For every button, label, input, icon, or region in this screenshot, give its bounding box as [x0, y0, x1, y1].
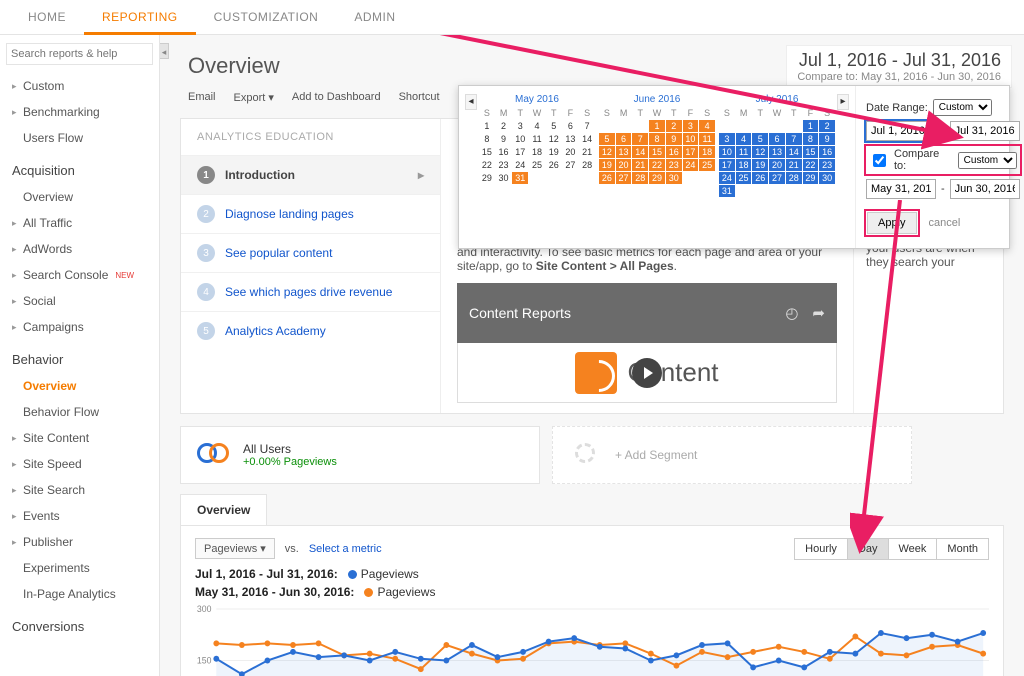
video-preview[interactable]: Content — [457, 343, 837, 403]
sidebar-item-experiments[interactable]: Experiments — [0, 555, 159, 581]
edu-item-academy[interactable]: 5Analytics Academy — [181, 311, 440, 350]
edu-item-revenue[interactable]: 4See which pages drive revenue — [181, 272, 440, 311]
dot-blue-icon — [348, 570, 357, 579]
legend-row-2: May 31, 2016 - Jun 30, 2016:Pageviews — [195, 585, 989, 599]
share-icon[interactable]: ➦ — [812, 304, 825, 322]
time-week[interactable]: Week — [888, 538, 938, 560]
time-month[interactable]: Month — [936, 538, 989, 560]
search-input[interactable] — [6, 43, 153, 65]
tab-home[interactable]: HOME — [10, 0, 84, 35]
add-segment-icon — [569, 437, 605, 473]
sidebar-item-custom[interactable]: ▸Custom — [0, 73, 159, 99]
svg-text:300: 300 — [197, 604, 212, 614]
clock-icon: ◴ — [785, 304, 798, 322]
cal-next-button[interactable]: ▸ — [837, 94, 849, 110]
sidebar-item-search-console[interactable]: ▸Search ConsoleNEW — [0, 262, 159, 288]
edu-item-popular[interactable]: 3See popular content — [181, 233, 440, 272]
video-card[interactable]: Content Reports ◴ ➦ — [457, 283, 837, 343]
tab-admin[interactable]: ADMIN — [336, 0, 413, 35]
sidebar: ▸Custom ▸Benchmarking Users Flow Acquisi… — [0, 35, 160, 676]
content: ◂ Overview Jul 1, 2016 - Jul 31, 2016 Co… — [160, 35, 1024, 676]
top-nav: HOME REPORTING CUSTOMIZATION ADMIN — [0, 0, 1024, 35]
sidebar-item-beh-overview[interactable]: Overview — [0, 373, 159, 399]
new-badge: NEW — [115, 271, 134, 280]
sidebar-head-conversions: Conversions — [0, 607, 159, 640]
add-segment-button[interactable]: + Add Segment — [552, 426, 912, 484]
sidebar-head-acquisition: Acquisition — [0, 151, 159, 184]
calendar-june[interactable]: June 2016 SMTWTFS12345678910111213141516… — [599, 92, 715, 242]
tab-reporting[interactable]: REPORTING — [84, 0, 196, 35]
sidebar-item-benchmarking[interactable]: ▸Benchmarking — [0, 99, 159, 125]
time-granularity: Hourly Day Week Month — [795, 538, 989, 560]
sidebar-item-behavior-flow[interactable]: Behavior Flow — [0, 399, 159, 425]
pageviews-chart: 300 150 — [195, 603, 989, 676]
sidebar-item-all-traffic[interactable]: ▸All Traffic — [0, 210, 159, 236]
cancel-link[interactable]: cancel — [929, 217, 961, 229]
compare-type-select[interactable]: Custom — [958, 152, 1017, 169]
export-button[interactable]: Export ▾ — [234, 91, 274, 104]
email-button[interactable]: Email — [188, 91, 216, 104]
dot-orange-icon — [364, 588, 373, 597]
compare-end-input[interactable] — [950, 179, 1020, 199]
sidebar-item-site-speed[interactable]: ▸Site Speed — [0, 451, 159, 477]
sidebar-item-campaigns[interactable]: ▸Campaigns — [0, 314, 159, 340]
cal-prev-button[interactable]: ◂ — [465, 94, 477, 110]
chart-panel: Pageviews ▾ vs. Select a metric Hourly D… — [180, 525, 1004, 676]
tab-customization[interactable]: CUSTOMIZATION — [196, 0, 337, 35]
edu-item-intro[interactable]: 1Introduction▸ — [181, 155, 440, 194]
segment-circles-icon — [197, 437, 233, 473]
apply-button[interactable]: Apply — [867, 212, 917, 234]
tab-overview[interactable]: Overview — [180, 494, 267, 525]
sidebar-item-site-content[interactable]: ▸Site Content — [0, 425, 159, 451]
date-picker-panel: ◂ May 2016 SMTWTFS1234567891011121314151… — [458, 85, 1010, 249]
date-range-primary: Jul 1, 2016 - Jul 31, 2016 — [797, 50, 1001, 71]
date-start-input[interactable] — [866, 121, 936, 141]
shortcut-button[interactable]: Shortcut — [399, 91, 440, 104]
compare-start-input[interactable] — [866, 179, 936, 199]
play-icon[interactable] — [632, 358, 662, 388]
segment-all-users[interactable]: All Users+0.00% Pageviews — [180, 426, 540, 484]
edu-item-diagnose[interactable]: 2Diagnose landing pages — [181, 194, 440, 233]
time-hourly[interactable]: Hourly — [794, 538, 848, 560]
compare-checkbox[interactable] — [873, 154, 886, 167]
edu-heading: ANALYTICS EDUCATION — [181, 119, 440, 155]
legend-row-1: Jul 1, 2016 - Jul 31, 2016:Pageviews — [195, 567, 989, 581]
time-day[interactable]: Day — [847, 538, 889, 560]
add-dashboard-button[interactable]: Add to Dashboard — [292, 91, 381, 104]
sidebar-head-behavior: Behavior — [0, 340, 159, 373]
analytics-logo-icon — [575, 352, 617, 394]
date-end-input[interactable] — [950, 121, 1020, 141]
sidebar-item-site-search[interactable]: ▸Site Search — [0, 477, 159, 503]
sidebar-item-users-flow[interactable]: Users Flow — [0, 125, 159, 151]
video-title: Content Reports — [469, 305, 571, 321]
sidebar-item-adwords[interactable]: ▸AdWords — [0, 236, 159, 262]
secondary-metric-select[interactable]: Select a metric — [309, 543, 382, 555]
sidebar-item-inpage[interactable]: In-Page Analytics — [0, 581, 159, 607]
collapse-sidebar-button[interactable]: ◂ — [160, 43, 169, 59]
calendar-july[interactable]: July 2016 SMTWTFS12345678910111213141516… — [719, 92, 835, 242]
date-range-type-select[interactable]: Custom — [933, 99, 992, 116]
date-range-controls: Date Range: Custom - Compare to: Custom … — [855, 86, 1024, 248]
sidebar-item-social[interactable]: ▸Social — [0, 288, 159, 314]
calendar-may[interactable]: May 2016 SMTWTFS123456789101112131415161… — [479, 92, 595, 242]
date-range-display[interactable]: Jul 1, 2016 - Jul 31, 2016 Compare to: M… — [786, 45, 1012, 88]
primary-metric-select[interactable]: Pageviews ▾ — [195, 538, 275, 559]
sidebar-item-events[interactable]: ▸Events — [0, 503, 159, 529]
sidebar-item-publisher[interactable]: ▸Publisher — [0, 529, 159, 555]
svg-text:150: 150 — [197, 655, 212, 665]
sidebar-item-acq-overview[interactable]: Overview — [0, 184, 159, 210]
